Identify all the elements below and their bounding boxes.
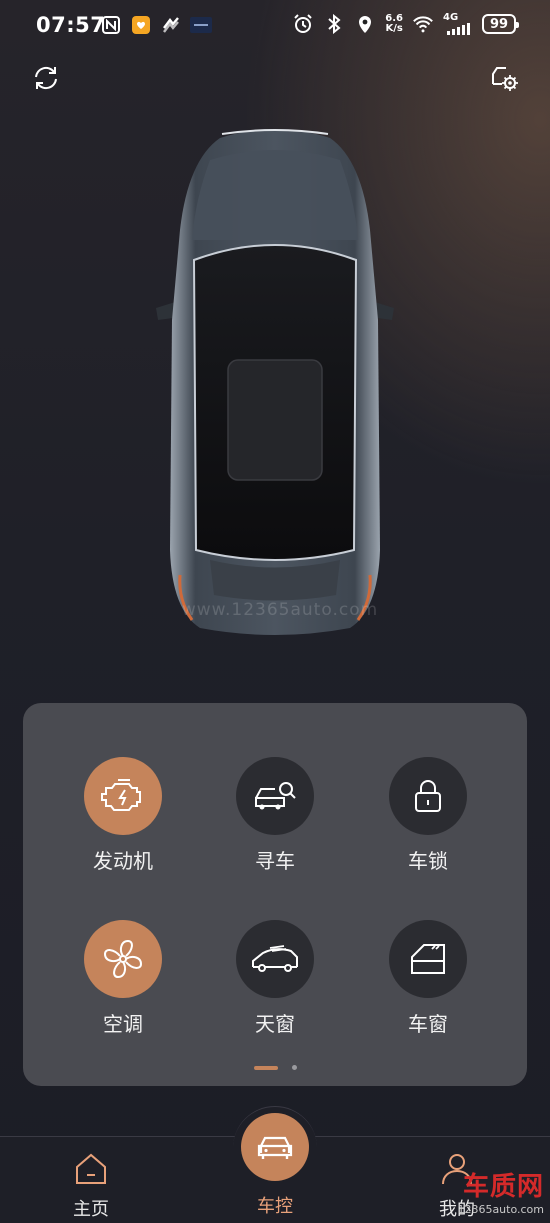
sunroof-button[interactable]: 天窗 xyxy=(210,920,340,1037)
bluetooth-icon xyxy=(323,13,345,35)
engine-control-circle[interactable] xyxy=(84,757,162,835)
vehicle-settings-button[interactable] xyxy=(486,60,522,96)
signal-bars-icon xyxy=(447,23,470,35)
network-speed: 6.6 K/s xyxy=(385,14,403,34)
car-window-circle[interactable] xyxy=(389,920,467,998)
find-car-button[interactable]: 寻车 xyxy=(210,757,340,874)
corner-watermark: 车质网 12365auto.com xyxy=(457,1166,544,1216)
find-car-label: 寻车 xyxy=(255,849,295,873)
location-icon xyxy=(354,13,376,35)
lock-icon xyxy=(415,780,441,812)
engine-icon xyxy=(101,779,141,811)
find-car-icon xyxy=(255,782,296,810)
window-icon xyxy=(411,944,445,974)
watermark-text: www.12365auto.com xyxy=(181,600,379,620)
sunroof-icon xyxy=(252,945,298,972)
car-settings-icon xyxy=(492,67,518,91)
car-lock-button[interactable]: 车锁 xyxy=(363,757,493,874)
brand-app-icon xyxy=(190,14,212,36)
engine-control-label: 发动机 xyxy=(93,849,153,873)
sunroof-label: 天窗 xyxy=(255,1012,295,1036)
air-conditioning-circle[interactable] xyxy=(84,920,162,998)
home-icon xyxy=(76,1153,106,1184)
status-right-icons: 6.6 K/s 4G 99 xyxy=(292,13,519,35)
wifi-icon xyxy=(412,13,434,35)
air-conditioning-label: 空调 xyxy=(103,1012,143,1036)
status-time: 07:57 xyxy=(36,13,106,37)
watermark-brand: 车质网 xyxy=(462,1172,544,1202)
nav-home-label: 主页 xyxy=(73,1199,109,1220)
battery-level: 99 xyxy=(489,16,509,32)
air-conditioning-button[interactable]: 空调 xyxy=(58,920,188,1037)
car-window-label: 车窗 xyxy=(408,1012,448,1036)
refresh-icon xyxy=(35,66,57,90)
nav-home[interactable]: 主页 xyxy=(46,1151,136,1221)
refresh-button[interactable] xyxy=(28,60,64,96)
alarm-icon xyxy=(292,13,314,35)
vehicle-image xyxy=(150,120,400,640)
car-window-button[interactable]: 车窗 xyxy=(363,920,493,1037)
nfc-icon xyxy=(100,14,122,36)
car-lock-label: 车锁 xyxy=(408,849,448,873)
battery-indicator: 99 xyxy=(482,14,519,34)
network-type: 4G xyxy=(443,12,459,23)
cellular-signal: 4G xyxy=(443,13,473,35)
nav-vehicle-control-label: 车控 xyxy=(257,1196,293,1217)
fan-icon xyxy=(103,939,143,979)
vehicle-control-panel: 发动机 寻车 车锁 空调 天窗 车窗 xyxy=(23,703,527,1086)
network-speed-unit: K/s xyxy=(385,23,403,34)
status-left-icons xyxy=(100,14,212,36)
page-indicator-active xyxy=(253,1065,278,1070)
page-indicator xyxy=(23,1065,527,1070)
page-indicator-dot xyxy=(291,1065,297,1070)
car-lock-circle[interactable] xyxy=(389,757,467,835)
car-control-icon xyxy=(257,1136,293,1159)
app-notification-icon xyxy=(130,14,152,36)
watermark-site: 12365auto.com xyxy=(457,1203,544,1216)
engine-control-button[interactable]: 发动机 xyxy=(58,757,188,874)
health-app-icon xyxy=(160,14,182,36)
status-bar: 07:57 6.6 K/s 4G 99 xyxy=(0,0,550,52)
nav-vehicle-control[interactable] xyxy=(241,1113,309,1181)
sunroof-circle[interactable] xyxy=(236,920,314,998)
find-car-circle[interactable] xyxy=(236,757,314,835)
